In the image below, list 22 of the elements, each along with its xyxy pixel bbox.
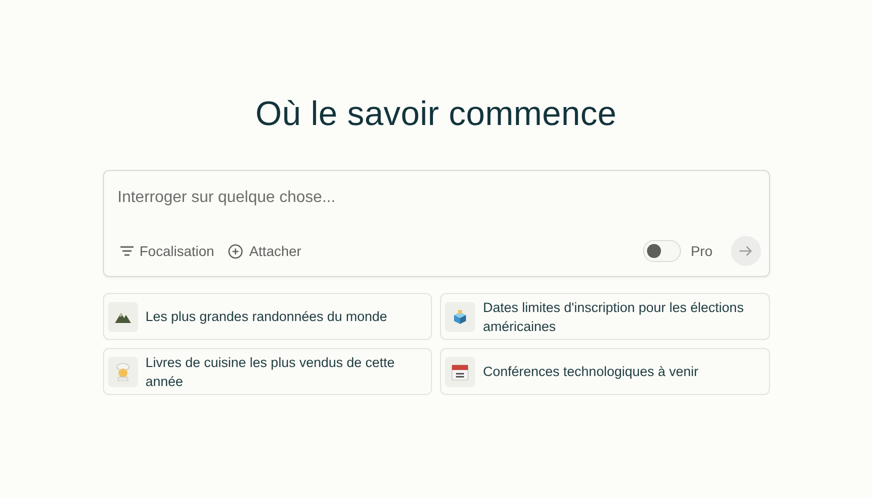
suggestion-card[interactable]: Livres de cuisine les plus vendus de cette année [102,348,432,395]
mountain-icon [114,310,130,322]
suggestion-card[interactable]: Dates limites d'inscription pour les élections américaines [440,293,770,340]
suggestion-card[interactable]: Conférences technologiques à venir [440,348,770,395]
suggestion-text: Livres de cuisine les plus vendus de cette année [146,354,396,390]
suggestion-text: Conférences technologiques à venir [483,363,698,381]
pro-label: Pro [690,243,712,259]
pro-toggle[interactable] [642,240,681,262]
suggestion-text: Les plus grandes randonnées du monde [146,308,388,326]
submit-button[interactable] [730,236,760,266]
arrow-right-icon [738,245,752,257]
search-field[interactable]: Interroger sur quelque chose... Focalisation Attacher Pro [102,170,770,277]
suggestion-card[interactable]: Les plus grandes randonnées du monde [102,293,432,340]
calendar-icon [451,362,469,380]
filter-icon [120,245,134,257]
focus-button[interactable]: Focalisation [118,241,216,261]
suggestion-text: Dates limites d'inscription pour les élections américaines [483,298,745,336]
ballot-box-icon [452,308,468,324]
attach-button[interactable]: Attacher [226,241,304,261]
page-title: Où le savoir commence [255,95,617,134]
plus-circle-icon [228,244,244,258]
chef-icon [114,362,130,380]
